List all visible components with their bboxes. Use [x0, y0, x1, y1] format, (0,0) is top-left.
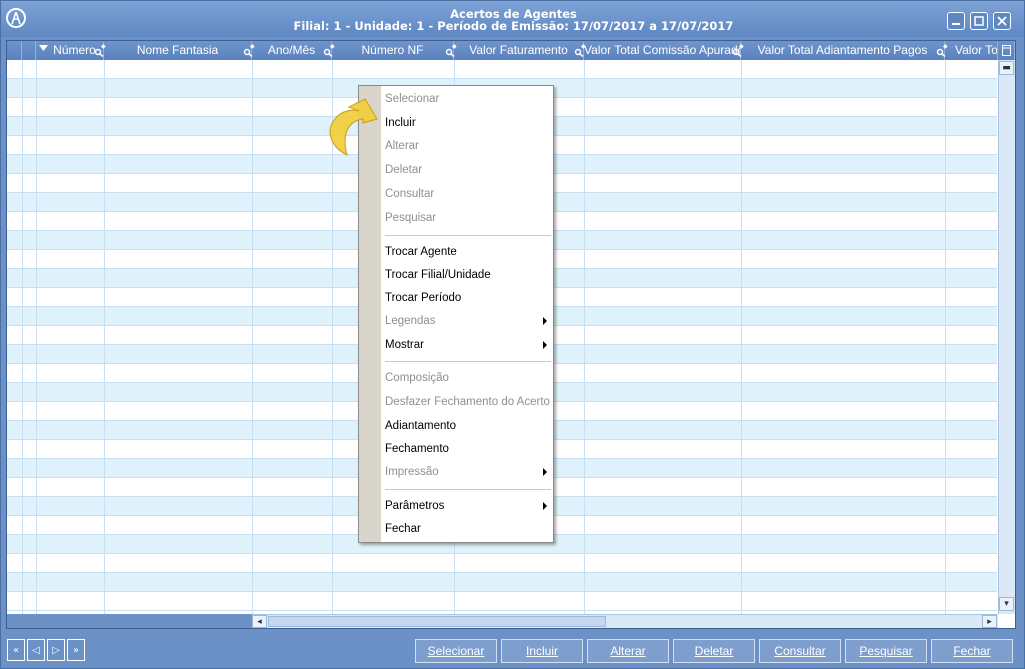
deletar-button[interactable]: Deletar [673, 639, 755, 663]
menu-item-composicao[interactable]: Composição [385, 368, 449, 388]
maximize-button[interactable] [970, 12, 988, 30]
filter-search-icon[interactable]: ◆ [574, 43, 586, 57]
svg-text:◆: ◆ [330, 43, 335, 50]
previous-icon: ◁ [32, 644, 40, 656]
column-divider [104, 60, 105, 614]
filter-search-icon[interactable]: ◆ [94, 43, 106, 57]
column-header-nome-fantasia[interactable]: Nome Fantasia [104, 41, 252, 60]
scroll-up-button[interactable]: ▬ [999, 61, 1014, 75]
menu-item-fechar[interactable]: Fechar [385, 519, 421, 539]
scroll-down-button[interactable]: ▾ [999, 597, 1014, 611]
window-subtitle: Filial: 1 - Unidade: 1 - Período de Emis… [293, 19, 734, 33]
menu-item-pesquisar[interactable]: Pesquisar [385, 208, 436, 228]
column-divider [252, 60, 253, 614]
grid-header: Número Nome Fantasia Ano/Mês Número NF V… [7, 41, 1015, 60]
column-divider [584, 60, 585, 614]
sort-down-icon [39, 45, 48, 51]
menu-item-trocar-agente[interactable]: Trocar Agente [385, 242, 457, 262]
column-header-valor-total-adiantamento[interactable]: Valor Total Adiantamento Pagos [741, 41, 945, 60]
table-row[interactable] [7, 554, 997, 573]
svg-text:◆: ◆ [581, 43, 586, 50]
alterar-button[interactable]: Alterar [587, 639, 669, 663]
menu-item-trocar-filial-unidade[interactable]: Trocar Filial/Unidade [385, 265, 491, 285]
menu-item-deletar[interactable]: Deletar [385, 160, 422, 180]
previous-record-button[interactable]: ◁ [27, 639, 45, 661]
fechar-button[interactable]: Fechar [931, 639, 1013, 663]
menu-item-adiantamento[interactable]: Adiantamento [385, 416, 456, 436]
column-header-valor-total-comissao[interactable]: Valor Total Comissão Apurado [584, 41, 741, 60]
consultar-button[interactable]: Consultar [759, 639, 841, 663]
next-icon: ▷ [52, 644, 60, 656]
first-record-button[interactable]: « [7, 639, 25, 661]
svg-text:◆: ◆ [943, 43, 948, 50]
submenu-arrow-icon [543, 317, 547, 325]
submenu-arrow-icon [543, 502, 547, 510]
svg-text:◆: ◆ [739, 43, 744, 50]
menu-item-alterar[interactable]: Alterar [385, 136, 419, 156]
menu-item-desfazer-fechamento[interactable]: Desfazer Fechamento do Acerto [385, 392, 550, 412]
incluir-button[interactable]: Incluir [501, 639, 583, 663]
submenu-arrow-icon [543, 468, 547, 476]
table-row[interactable] [7, 592, 997, 611]
column-divider [22, 60, 23, 614]
row-indicator-header [7, 41, 22, 60]
menu-item-parametros[interactable]: Parâmetros [385, 496, 551, 516]
menu-item-mostrar[interactable]: Mostrar [385, 335, 551, 355]
menu-separator [385, 235, 551, 236]
yellow-arrow-pointer-icon [329, 98, 378, 157]
vertical-scrollbar[interactable]: ▬ ▾ [998, 60, 1015, 614]
filter-search-icon[interactable]: ◆ [243, 43, 255, 57]
first-icon: « [12, 644, 20, 656]
maximize-icon [974, 16, 984, 26]
column-divider [945, 60, 946, 614]
last-icon: » [72, 644, 80, 656]
filter-search-icon[interactable]: ◆ [936, 43, 948, 57]
menu-item-trocar-periodo[interactable]: Trocar Período [385, 288, 461, 308]
close-button[interactable] [993, 12, 1011, 30]
scroll-right-button[interactable]: ▸ [982, 615, 997, 628]
menu-item-fechamento[interactable]: Fechamento [385, 439, 449, 459]
menu-item-selecionar[interactable]: Selecionar [385, 89, 439, 109]
filter-search-icon[interactable]: ◆ [445, 43, 457, 57]
column-chooser-button[interactable] [998, 41, 1015, 60]
filter-search-icon[interactable]: ◆ [732, 43, 744, 57]
menu-separator [385, 489, 551, 490]
column-chooser-icon [1002, 45, 1011, 56]
select-column-header[interactable] [22, 41, 36, 60]
table-row[interactable] [7, 573, 997, 592]
context-menu[interactable]: Selecionar Incluir Alterar Deletar Consu… [358, 85, 554, 543]
menu-item-legendas[interactable]: Legendas [385, 311, 551, 331]
menu-item-consultar[interactable]: Consultar [385, 184, 434, 204]
svg-text:◆: ◆ [250, 43, 255, 50]
main-window: Acertos de Agentes Filial: 1 - Unidade: … [0, 0, 1025, 669]
column-header-numero-nf[interactable]: Número NF [332, 41, 454, 60]
menu-separator [385, 361, 551, 362]
column-header-valor-tot[interactable]: Valor Tot [945, 41, 998, 60]
submenu-arrow-icon [543, 341, 547, 349]
column-divider [741, 60, 742, 614]
menu-item-incluir[interactable]: Incluir [385, 113, 416, 133]
close-icon [997, 16, 1007, 26]
horizontal-scroll-thumb[interactable] [268, 616, 606, 627]
last-record-button[interactable]: » [67, 639, 85, 661]
svg-text:◆: ◆ [101, 43, 106, 50]
minimize-icon [952, 23, 960, 25]
column-header-ano-mes[interactable]: Ano/Mês [252, 41, 332, 60]
scroll-left-button[interactable]: ◂ [252, 615, 267, 628]
table-row[interactable] [7, 60, 997, 79]
filter-search-icon[interactable]: ◆ [323, 43, 335, 57]
minimize-button[interactable] [947, 12, 965, 30]
title-bar[interactable]: Acertos de Agentes Filial: 1 - Unidade: … [1, 1, 1024, 37]
next-record-button[interactable]: ▷ [47, 639, 65, 661]
frozen-columns-area [7, 614, 252, 628]
column-divider [36, 60, 37, 614]
column-header-valor-faturamento[interactable]: Valor Faturamento [454, 41, 584, 60]
horizontal-scrollbar[interactable]: ◂ ▸ [252, 614, 998, 628]
svg-text:◆: ◆ [452, 43, 457, 50]
menu-item-impressao[interactable]: Impressão [385, 462, 551, 482]
selecionar-button[interactable]: Selecionar [415, 639, 497, 663]
pesquisar-button[interactable]: Pesquisar [845, 639, 927, 663]
